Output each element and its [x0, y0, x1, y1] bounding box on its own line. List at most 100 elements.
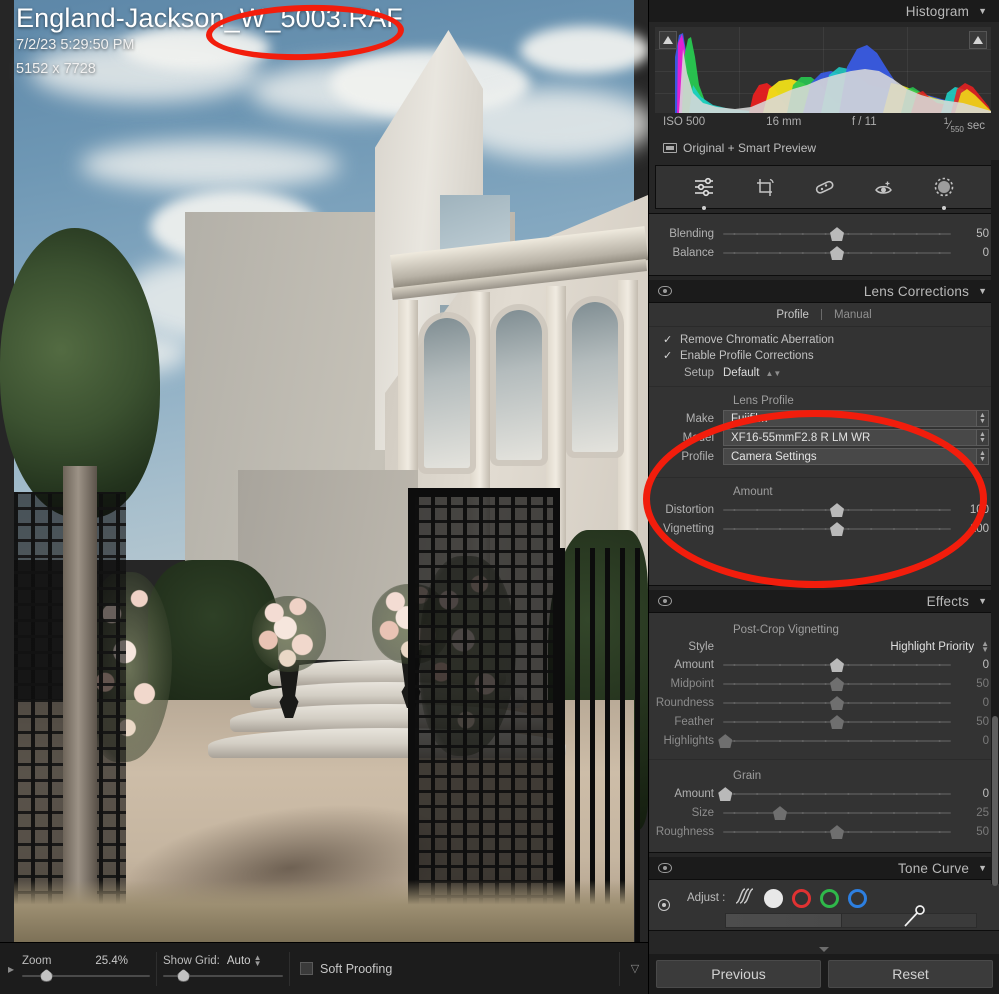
show-grid-stepper-icon[interactable]: ▲▼	[254, 955, 262, 967]
slider-track-area[interactable]	[723, 733, 951, 749]
soft-proofing-toggle[interactable]: Soft Proofing	[300, 962, 392, 976]
toolbar-collapse-icon[interactable]: ▽	[626, 962, 648, 975]
grid-size-slider[interactable]	[163, 968, 283, 982]
tone-curve-panel-header[interactable]: Tone Curve ▼	[649, 857, 999, 879]
slider-vignetting[interactable]: Vignetting 100	[649, 520, 999, 538]
checkbox-enable-profile-corrections[interactable]: ✓ Enable Profile Corrections	[649, 348, 999, 364]
slider-vignette-roundness[interactable]: Roundness 0	[649, 694, 999, 712]
combo-model[interactable]: Model XF16-55mmF2.8 R LM WR ▲▼	[649, 429, 999, 446]
highlight-clipping-icon[interactable]	[969, 31, 987, 49]
histogram-graph[interactable]	[655, 27, 991, 113]
slider-value[interactable]: 0	[951, 788, 989, 800]
reset-button[interactable]: Reset	[828, 960, 993, 988]
slider-track-area[interactable]	[723, 521, 951, 537]
slider-handle[interactable]	[830, 825, 844, 839]
setup-row[interactable]: Setup Default ▲▼	[649, 364, 999, 384]
tab-manual[interactable]: Manual	[834, 309, 872, 321]
slider-track-area[interactable]	[723, 502, 951, 518]
chevron-down-icon[interactable]: ▼	[978, 6, 987, 16]
vignette-style-row[interactable]: Style Highlight Priority ▲▼	[649, 639, 999, 655]
slider-value[interactable]: 50	[951, 678, 989, 690]
healing-brush-icon[interactable]	[809, 172, 839, 202]
panel-toggle-eye-icon[interactable]	[658, 863, 672, 873]
slider-vignette-amount[interactable]: Amount 0	[649, 656, 999, 674]
zoom-slider-handle[interactable]	[40, 969, 53, 982]
chevron-down-icon[interactable]: ▼	[978, 286, 987, 296]
slider-vignette-highlights[interactable]: Highlights 0	[649, 732, 999, 750]
slider-track-area[interactable]	[723, 714, 951, 730]
panel-scrollbar-thumb[interactable]	[992, 716, 998, 886]
effects-panel-header[interactable]: Effects ▼	[649, 590, 999, 612]
panel-scrollbar-track[interactable]	[991, 160, 999, 884]
slider-value[interactable]: 100	[951, 504, 989, 516]
photo-canvas[interactable]: England-Jackson_W_5003.RAF 7/2/23 5:29:5…	[0, 0, 648, 942]
combo-stepper-icon[interactable]: ▲▼	[976, 429, 989, 446]
chevron-down-icon[interactable]: ▼	[978, 863, 987, 873]
slider-grain-amount[interactable]: Amount 0	[649, 785, 999, 803]
slider-handle[interactable]	[830, 522, 844, 536]
slider-vignette-feather[interactable]: Feather 50	[649, 713, 999, 731]
combo-field[interactable]: Camera Settings ▲▼	[723, 448, 989, 465]
slider-handle[interactable]	[830, 715, 844, 729]
slider-handle[interactable]	[830, 227, 844, 241]
radial-gradient-icon[interactable]	[929, 172, 959, 202]
slider-track-area[interactable]	[723, 824, 951, 840]
slider-value[interactable]: 25	[951, 807, 989, 819]
slider-track-area[interactable]	[723, 657, 951, 673]
zoom-slider[interactable]	[22, 968, 150, 982]
combo-field[interactable]: XF16-55mmF2.8 R LM WR ▲▼	[723, 429, 989, 446]
checkbox-icon[interactable]: ✓	[663, 335, 674, 346]
combo-stepper-icon[interactable]: ▲▼	[976, 410, 989, 427]
panel-toggle-eye-icon[interactable]	[658, 286, 672, 296]
slider-track-area[interactable]	[723, 226, 951, 242]
setup-value[interactable]: Default	[723, 367, 759, 379]
combo-stepper-icon[interactable]: ▲▼	[976, 448, 989, 465]
slider-track-area[interactable]	[723, 786, 951, 802]
show-grid-control[interactable]: Show Grid: Auto ▲▼	[163, 955, 283, 982]
chevron-down-icon[interactable]: ▼	[978, 596, 987, 606]
histogram-panel-header[interactable]: Histogram ▼	[649, 0, 999, 22]
slider-vignette-midpoint[interactable]: Midpoint 50	[649, 675, 999, 693]
slider-handle[interactable]	[830, 246, 844, 260]
slider-handle[interactable]	[830, 677, 844, 691]
parametric-curve-icon[interactable]	[734, 886, 755, 910]
slider-value[interactable]: 0	[951, 659, 989, 671]
red-channel-icon[interactable]	[792, 889, 811, 908]
green-channel-icon[interactable]	[820, 889, 839, 908]
slider-handle[interactable]	[830, 503, 844, 517]
checkbox-icon[interactable]: ✓	[663, 351, 674, 362]
slider-value[interactable]: 50	[951, 228, 989, 240]
masking-icon[interactable]	[689, 172, 719, 202]
panel-toggle-eye-icon[interactable]	[658, 596, 672, 606]
grid-slider-handle[interactable]	[177, 969, 190, 982]
tab-profile[interactable]: Profile	[776, 309, 809, 321]
previous-button[interactable]: Previous	[656, 960, 821, 988]
style-stepper-icon[interactable]: ▲▼	[981, 641, 989, 653]
blue-channel-icon[interactable]	[848, 889, 867, 908]
lens-corrections-panel-header[interactable]: Lens Corrections ▼	[649, 280, 999, 302]
slider-track-area[interactable]	[723, 695, 951, 711]
slider-blending[interactable]: Blending 50	[649, 225, 999, 243]
style-value[interactable]: Highlight Priority	[723, 641, 974, 653]
slider-value[interactable]: 50	[951, 826, 989, 838]
soft-proofing-checkbox[interactable]	[300, 962, 313, 975]
point-curve-white-icon[interactable]	[764, 889, 783, 908]
slider-value[interactable]: 0	[951, 697, 989, 709]
slider-handle[interactable]	[830, 658, 844, 672]
shadow-clipping-icon[interactable]	[659, 31, 677, 49]
slider-distortion[interactable]: Distortion 100	[649, 501, 999, 519]
red-eye-icon[interactable]	[869, 172, 899, 202]
combo-field[interactable]: Fujifilm ▲▼	[723, 410, 989, 427]
slider-track-area[interactable]	[723, 805, 951, 821]
slider-grain-roughness[interactable]: Roughness 50	[649, 823, 999, 841]
slider-value[interactable]: 0	[951, 247, 989, 259]
slider-value[interactable]: 50	[951, 716, 989, 728]
crop-icon[interactable]	[749, 172, 779, 202]
setup-stepper-icon[interactable]: ▲▼	[765, 369, 781, 378]
slider-track-area[interactable]	[723, 676, 951, 692]
zoom-control[interactable]: Zoom 25.4%	[22, 955, 150, 982]
slider-track-area[interactable]	[723, 245, 951, 261]
slider-value[interactable]: 0	[951, 735, 989, 747]
tone-curve-range-strip[interactable]	[725, 913, 977, 928]
panel-collapse-caret-icon[interactable]	[819, 947, 829, 952]
